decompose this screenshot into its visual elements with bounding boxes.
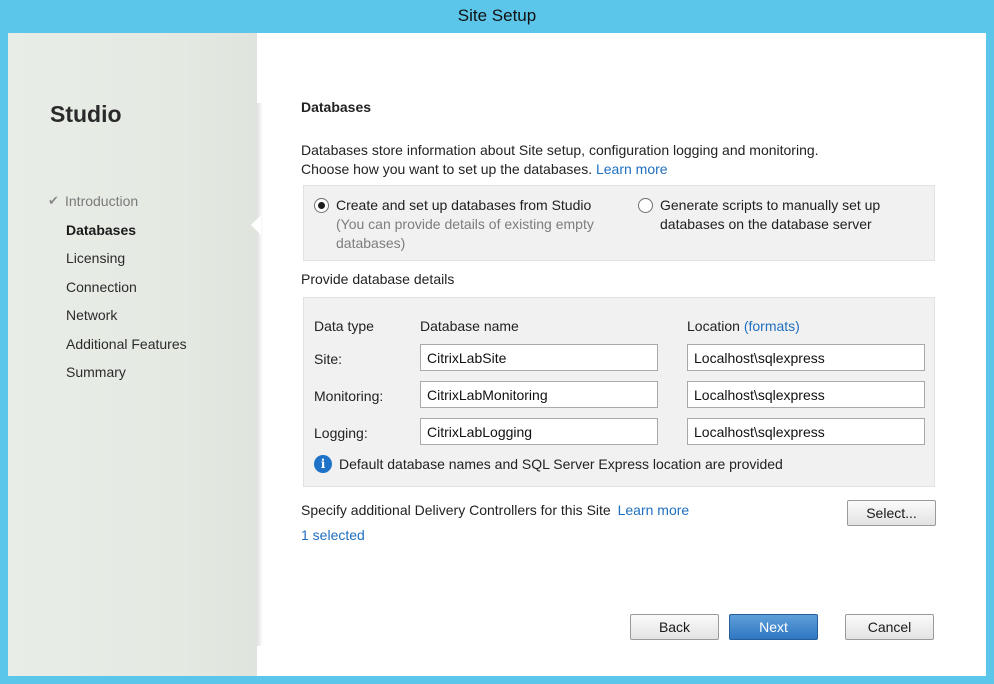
col-header-location: Location (formats) <box>687 318 800 334</box>
details-label: Provide database details <box>301 271 455 287</box>
intro-line-2-wrap: Choose how you want to set up the databa… <box>301 160 921 179</box>
step-introduction: ✔ Introduction <box>48 187 187 216</box>
selected-count-link[interactable]: 1 selected <box>301 527 365 543</box>
radio-selected-icon[interactable] <box>314 198 329 213</box>
step-label: Licensing <box>66 250 126 267</box>
step-additional-features: Additional Features <box>48 330 187 359</box>
setup-window: Studio ✔ Introduction Databases Licensin… <box>8 33 986 676</box>
option-create-databases[interactable]: Create and set up databases from Studio … <box>314 196 614 253</box>
step-databases: Databases <box>48 216 187 245</box>
step-list: ✔ Introduction Databases Licensing Conne… <box>48 187 187 387</box>
sidebar-brand: Studio <box>50 101 122 127</box>
step-summary: Summary <box>48 358 187 387</box>
intro-line-1: Databases store information about Site s… <box>301 142 819 158</box>
col-header-name: Database name <box>420 318 519 334</box>
select-controllers-button[interactable]: Select... <box>847 500 936 526</box>
database-details-panel: Data type Database name Location (format… <box>303 297 935 487</box>
step-label: Connection <box>66 278 137 295</box>
controllers-label: Specify additional Delivery Controllers … <box>301 502 611 518</box>
step-label: Summary <box>66 364 126 381</box>
option-sub: (You can provide details of existing emp… <box>336 216 594 251</box>
site-db-location-input[interactable] <box>687 344 925 371</box>
col-header-type: Data type <box>314 318 374 334</box>
step-label: Databases <box>66 221 137 238</box>
title-bar: Site Setup <box>0 0 994 32</box>
active-step-pointer <box>251 215 261 235</box>
row-label-logging: Logging: <box>314 425 368 441</box>
sidebar-shadow <box>257 103 263 646</box>
controllers-learn-more-link[interactable]: Learn more <box>618 502 690 518</box>
option-generate-scripts[interactable]: Generate scripts to manually set up data… <box>638 196 918 234</box>
sidebar: Studio ✔ Introduction Databases Licensin… <box>8 33 257 676</box>
check-icon: ✔ <box>48 193 59 209</box>
monitoring-db-name-input[interactable] <box>420 381 658 408</box>
step-label: Network <box>66 307 118 324</box>
next-button[interactable]: Next <box>729 614 818 640</box>
radio-unselected-icon[interactable] <box>638 198 653 213</box>
monitoring-db-location-input[interactable] <box>687 381 925 408</box>
step-label: Introduction <box>65 193 139 210</box>
option-label: Generate scripts to manually set up data… <box>660 197 881 232</box>
cancel-button[interactable]: Cancel <box>845 614 934 640</box>
option-text: Create and set up databases from Studio … <box>336 196 614 253</box>
learn-more-link[interactable]: Learn more <box>596 161 668 177</box>
step-network: Network <box>48 301 187 330</box>
site-db-name-input[interactable] <box>420 344 658 371</box>
row-label-site: Site: <box>314 351 343 367</box>
info-icon: i <box>314 455 332 473</box>
info-text: Default database names and SQL Server Ex… <box>339 456 783 472</box>
step-licensing: Licensing <box>48 244 187 273</box>
page-title: Databases <box>301 99 372 115</box>
logging-db-name-input[interactable] <box>420 418 658 445</box>
intro-text: Databases store information about Site s… <box>301 141 921 179</box>
intro-line-2: Choose how you want to set up the databa… <box>301 161 593 177</box>
formats-link[interactable]: (formats) <box>744 318 800 334</box>
setup-mode-panel: Create and set up databases from Studio … <box>303 185 935 261</box>
location-header: Location <box>687 318 740 334</box>
controllers-line: Specify additional Delivery Controllers … <box>301 502 689 518</box>
window-title: Site Setup <box>457 6 537 25</box>
logging-db-location-input[interactable] <box>687 418 925 445</box>
info-message: i Default database names and SQL Server … <box>314 455 783 473</box>
step-label: Additional Features <box>66 335 187 352</box>
row-label-monitoring: Monitoring: <box>314 388 384 404</box>
back-button[interactable]: Back <box>630 614 719 640</box>
step-connection: Connection <box>48 273 187 302</box>
option-label: Create and set up databases from Studio <box>336 197 592 213</box>
